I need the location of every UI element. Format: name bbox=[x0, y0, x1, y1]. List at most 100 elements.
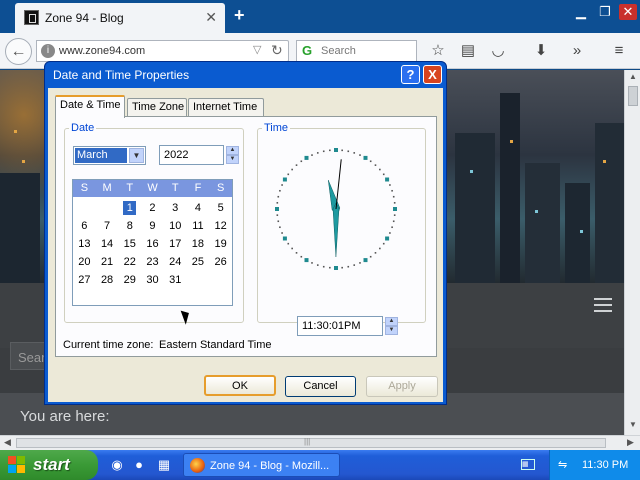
scroll-down-icon[interactable]: ▼ bbox=[627, 420, 639, 432]
site-info-icon[interactable]: i bbox=[41, 44, 55, 58]
taskbar-clock[interactable]: 11:30 PM bbox=[582, 459, 628, 471]
cancel-button[interactable]: Cancel bbox=[285, 376, 356, 397]
calendar-day[interactable]: 24 bbox=[164, 253, 187, 271]
search-input[interactable]: G Search bbox=[296, 40, 417, 62]
calendar-day[interactable]: 13 bbox=[73, 235, 96, 253]
horizontal-scrollbar[interactable]: ◀ ||| ▶ bbox=[0, 435, 640, 450]
download-icon[interactable]: ⬇ bbox=[531, 41, 551, 61]
decrement-icon[interactable]: ▼ bbox=[385, 326, 398, 335]
reading-list-icon[interactable]: ▤ bbox=[458, 41, 478, 61]
year-spin-buttons[interactable]: ▲ ▼ bbox=[226, 146, 240, 164]
decrement-icon[interactable]: ▼ bbox=[226, 155, 239, 164]
horizontal-scroll-thumb[interactable] bbox=[16, 438, 606, 448]
time-spin-buttons[interactable]: ▲ ▼ bbox=[385, 317, 399, 335]
url-bar[interactable]: i www.zone94.com ▽ ↻ bbox=[36, 40, 289, 62]
calendar-day[interactable]: 16 bbox=[141, 235, 164, 253]
clock-minute-mark bbox=[374, 164, 377, 166]
back-button[interactable]: ← bbox=[5, 38, 32, 65]
calendar-day[interactable]: 23 bbox=[141, 253, 164, 271]
calendar-day[interactable]: 8 bbox=[118, 217, 141, 235]
calendar[interactable]: SMTWTFS 1 2 3 4 5 6 7 8 9 10 11 12 13 14 15 16 17 18 19 20 2… bbox=[72, 179, 233, 306]
scroll-left-icon[interactable]: ◀ bbox=[4, 437, 11, 448]
scroll-up-icon[interactable]: ▲ bbox=[627, 72, 639, 84]
quicklaunch-firefox-icon[interactable]: ● bbox=[131, 457, 147, 473]
vertical-scrollbar[interactable]: ▲ ▼ bbox=[624, 70, 640, 435]
chevron-down-icon[interactable]: ▼ bbox=[129, 148, 144, 163]
url-text: www.zone94.com bbox=[59, 45, 146, 57]
calendar-day[interactable]: 2 bbox=[141, 199, 164, 217]
calendar-day[interactable]: 25 bbox=[187, 253, 210, 271]
minimize-button[interactable]: ▁ bbox=[572, 4, 590, 20]
calendar-day[interactable]: 10 bbox=[164, 217, 187, 235]
quicklaunch-media-icon[interactable]: ▦ bbox=[156, 457, 172, 473]
calendar-day[interactable]: 15 bbox=[118, 235, 141, 253]
calendar-day[interactable]: 6 bbox=[73, 217, 96, 235]
apply-button[interactable]: Apply bbox=[366, 376, 438, 397]
window-close-button[interactable]: ✕ bbox=[619, 4, 637, 20]
calendar-day[interactable]: 5 bbox=[209, 199, 232, 217]
clock-minute-mark bbox=[322, 150, 325, 153]
calendar-day[interactable]: 14 bbox=[96, 235, 119, 253]
pocket-icon[interactable]: ◡ bbox=[488, 41, 508, 61]
calendar-day[interactable]: 12 bbox=[209, 217, 232, 235]
calendar-day[interactable]: 11 bbox=[187, 217, 210, 235]
calendar-day[interactable]: 29 bbox=[118, 271, 141, 289]
calendar-day[interactable]: 28 bbox=[96, 271, 119, 289]
tab-date-time[interactable]: Date & Time bbox=[55, 95, 125, 118]
search-engine-icon[interactable]: G bbox=[302, 43, 312, 58]
taskbar-firefox-window[interactable]: Zone 94 - Blog - Mozill... bbox=[183, 453, 340, 477]
calendar-day[interactable]: 26 bbox=[209, 253, 232, 271]
calendar-day[interactable]: 20 bbox=[73, 253, 96, 271]
vertical-scroll-thumb[interactable] bbox=[628, 86, 638, 106]
tab-internet-time[interactable]: Internet Time bbox=[188, 98, 264, 117]
dialog-close-button[interactable]: X bbox=[423, 65, 442, 84]
calendar-day[interactable]: 17 bbox=[164, 235, 187, 253]
reload-icon[interactable]: ↻ bbox=[271, 42, 283, 59]
calendar-day[interactable]: 7 bbox=[96, 217, 119, 235]
new-tab-button[interactable]: + bbox=[234, 5, 245, 26]
url-history-dropdown-icon[interactable]: ▽ bbox=[253, 43, 261, 56]
time-stepper[interactable]: 11:30:01PM bbox=[297, 316, 383, 336]
clock-minute-mark bbox=[291, 247, 293, 250]
page-menu-icon[interactable] bbox=[594, 298, 612, 316]
calendar-day[interactable]: 4 bbox=[187, 199, 210, 217]
calendar-day-grid[interactable]: 1 2 3 4 5 6 7 8 9 10 11 12 13 14 15 16 17 18 19 20 21 22 23 24 2… bbox=[73, 199, 232, 289]
calendar-day[interactable]: 18 bbox=[187, 235, 210, 253]
calendar-day[interactable]: 21 bbox=[96, 253, 119, 271]
bookmark-star-icon[interactable]: ☆ bbox=[428, 41, 448, 61]
calendar-day[interactable]: 22 bbox=[118, 253, 141, 271]
clock-hour-mark bbox=[334, 148, 338, 152]
tab-time-zone[interactable]: Time Zone bbox=[127, 98, 187, 117]
increment-icon[interactable]: ▲ bbox=[385, 317, 398, 326]
month-select[interactable]: March ▼ bbox=[73, 146, 146, 165]
maximize-button[interactable]: ❐ bbox=[596, 4, 614, 20]
quicklaunch-app-icon[interactable]: ◉ bbox=[109, 457, 125, 473]
time-group-label: Time bbox=[262, 122, 291, 134]
calendar-day[interactable]: 19 bbox=[209, 235, 232, 253]
clock-minute-mark bbox=[347, 150, 350, 153]
clock-hour-mark bbox=[393, 207, 397, 211]
clock-minute-mark bbox=[287, 173, 290, 176]
network-icon[interactable]: ⇋ bbox=[558, 458, 572, 472]
tab-close-icon[interactable]: ✕ bbox=[205, 9, 217, 26]
help-button[interactable]: ? bbox=[401, 65, 420, 84]
hamburger-menu-icon[interactable]: ≡ bbox=[609, 41, 629, 61]
start-button[interactable]: start bbox=[0, 450, 98, 480]
increment-icon[interactable]: ▲ bbox=[226, 146, 239, 155]
ok-button[interactable]: OK bbox=[204, 375, 276, 396]
browser-tab[interactable]: Zone 94 - Blog ✕ bbox=[15, 3, 225, 33]
browser-tab-strip: Zone 94 - Blog ✕ + ▁ ❐ ✕ bbox=[0, 0, 640, 33]
calendar-day[interactable]: 9 bbox=[141, 217, 164, 235]
calendar-day[interactable]: 1 bbox=[123, 201, 137, 215]
calendar-day[interactable]: 31 bbox=[164, 271, 187, 289]
calendar-day[interactable]: 27 bbox=[73, 271, 96, 289]
keyboard-icon[interactable]: ▦ bbox=[521, 459, 535, 470]
calendar-day[interactable]: 30 bbox=[141, 271, 164, 289]
calendar-day[interactable]: 3 bbox=[164, 199, 187, 217]
clock-minute-mark bbox=[353, 264, 356, 266]
year-stepper[interactable]: 2022 bbox=[159, 145, 224, 165]
clock-minute-mark bbox=[311, 154, 313, 156]
clock-minute-mark bbox=[379, 168, 381, 171]
overflow-chevron-icon[interactable]: » bbox=[567, 41, 587, 61]
scroll-right-icon[interactable]: ▶ bbox=[627, 437, 634, 448]
